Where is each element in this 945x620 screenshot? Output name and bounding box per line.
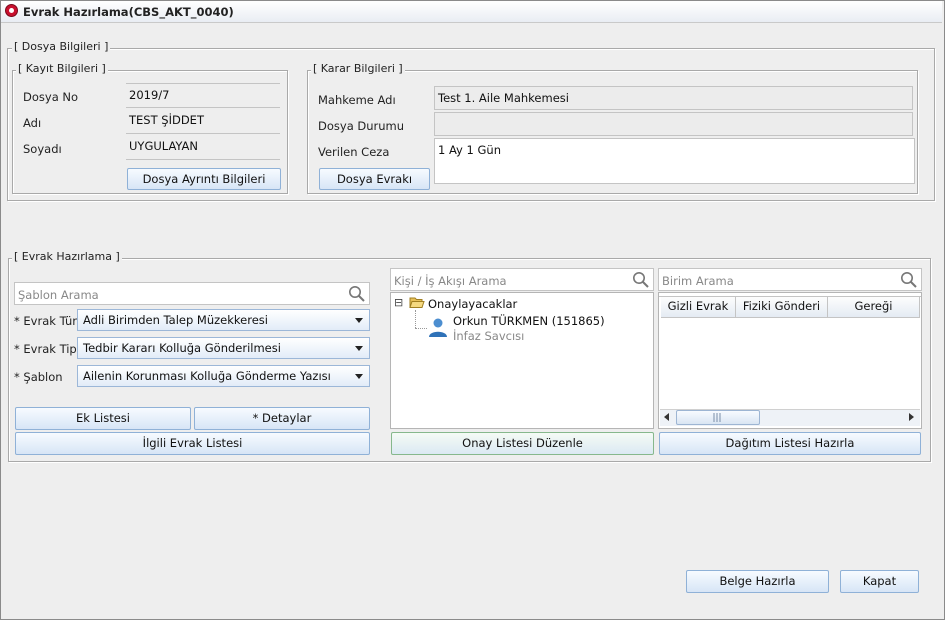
chevron-down-icon xyxy=(355,318,363,323)
kapat-button[interactable]: Kapat xyxy=(840,570,919,593)
verilen-ceza-field: 1 Ay 1 Gün xyxy=(434,138,915,184)
scroll-right-icon[interactable] xyxy=(906,412,916,422)
evrak-turu-label: * Evrak Türü xyxy=(14,314,85,328)
column-header-geregi[interactable]: Gereği xyxy=(828,297,920,318)
search-icon[interactable] xyxy=(348,285,366,303)
scroll-left-icon[interactable] xyxy=(662,412,672,422)
tree-person-role: İnfaz Savcısı xyxy=(453,329,525,343)
kisi-search-input[interactable]: Kişi / İş Akışı Arama xyxy=(390,268,654,291)
grip-icon xyxy=(713,413,721,422)
adi-value: TEST ŞİDDET xyxy=(126,109,280,134)
verilen-ceza-label: Verilen Ceza xyxy=(318,145,390,159)
dosya-bilgileri-legend: [ Dosya Bilgileri ] xyxy=(12,40,111,53)
app-logo-icon xyxy=(5,4,18,17)
dosya-no-label: Dosya No xyxy=(23,90,79,104)
mahkeme-adi-field: Test 1. Aile Mahkemesi xyxy=(434,86,913,110)
ek-listesi-button-label: Ek Listesi xyxy=(76,411,130,425)
ilgili-evrak-listesi-button[interactable]: İlgili Evrak Listesi xyxy=(15,432,370,455)
kisi-search-placeholder: Kişi / İş Akışı Arama xyxy=(394,274,507,288)
sablon-value: Ailenin Korunması Kolluğa Gönderme Yazıs… xyxy=(83,369,331,383)
dosya-no-value: 2019/7 xyxy=(126,83,280,108)
sablon-label: * Şablon xyxy=(14,370,63,384)
search-icon[interactable] xyxy=(632,271,650,289)
tree-root-label[interactable]: Onaylayacaklar xyxy=(428,297,517,311)
dosya-ayrinti-button-label: Dosya Ayrıntı Bilgileri xyxy=(142,172,266,186)
dosya-durumu-label: Dosya Durumu xyxy=(318,119,405,133)
dagitim-listesi-hazirla-button[interactable]: Dağıtım Listesi Hazırla xyxy=(659,432,921,455)
evrak-tipi-select[interactable]: Tedbir Kararı Kolluğa Gönderilmesi xyxy=(77,337,370,359)
chevron-down-icon xyxy=(355,374,363,379)
tree-connector xyxy=(415,310,416,328)
chevron-down-icon xyxy=(355,346,363,351)
birim-search-placeholder: Birim Arama xyxy=(662,274,734,288)
kapat-button-label: Kapat xyxy=(862,574,897,588)
belge-hazirla-button[interactable]: Belge Hazırla xyxy=(686,570,829,593)
tree-collapse-toggle[interactable]: ⊟ xyxy=(394,296,403,309)
evrak-turu-select[interactable]: Adli Birimden Talep Müzekkeresi xyxy=(77,309,370,331)
evrak-tipi-value: Tedbir Kararı Kolluğa Gönderilmesi xyxy=(83,341,281,355)
evrak-turu-value: Adli Birimden Talep Müzekkeresi xyxy=(83,313,268,327)
dosya-evraki-button[interactable]: Dosya Evrakı xyxy=(319,168,430,190)
column-header-gizli-evrak[interactable]: Gizli Evrak xyxy=(661,297,736,318)
dagitim-listesi-hazirla-button-label: Dağıtım Listesi Hazırla xyxy=(725,436,855,450)
window-title: Evrak Hazırlama(CBS_AKT_0040) xyxy=(23,5,234,19)
onay-tree-panel xyxy=(390,292,654,429)
mahkeme-adi-label: Mahkeme Adı xyxy=(318,93,396,107)
soyadi-value: UYGULAYAN xyxy=(126,135,280,160)
dosya-evraki-button-label: Dosya Evrakı xyxy=(336,172,413,186)
dosya-durumu-field xyxy=(434,112,913,136)
detaylar-button[interactable]: * Detaylar xyxy=(194,407,370,430)
belge-hazirla-button-label: Belge Hazırla xyxy=(719,574,796,588)
tree-person-name[interactable]: Orkun TÜRKMEN (151865) xyxy=(453,314,605,328)
onay-listesi-duzenle-button[interactable]: Onay Listesi Düzenle xyxy=(391,432,654,455)
adi-label: Adı xyxy=(23,116,42,130)
ilgili-evrak-listesi-button-label: İlgili Evrak Listesi xyxy=(142,436,243,450)
kayit-bilgileri-legend: [ Kayıt Bilgileri ] xyxy=(16,62,108,75)
birim-search-input[interactable]: Birim Arama xyxy=(658,268,922,291)
column-header-fiziki-gonderi[interactable]: Fiziki Gönderi xyxy=(736,297,828,318)
detaylar-button-label: * Detaylar xyxy=(252,411,312,425)
soyadi-label: Soyadı xyxy=(23,142,62,156)
user-icon xyxy=(429,318,447,337)
karar-bilgileri-legend: [ Karar Bilgileri ] xyxy=(311,62,405,75)
onay-listesi-duzenle-button-label: Onay Listesi Düzenle xyxy=(462,436,583,450)
evrak-hazirlama-legend: [ Evrak Hazırlama ] xyxy=(12,250,122,263)
folder-open-icon xyxy=(409,297,425,308)
sablon-search-input[interactable]: Şablon Arama xyxy=(14,282,370,305)
dosya-ayrinti-button[interactable]: Dosya Ayrıntı Bilgileri xyxy=(127,168,281,190)
evrak-tipi-label: * Evrak Tipi xyxy=(14,342,80,356)
sablon-search-placeholder: Şablon Arama xyxy=(18,288,99,302)
tree-connector xyxy=(415,328,427,329)
sablon-select[interactable]: Ailenin Korunması Kolluğa Gönderme Yazıs… xyxy=(77,365,370,387)
ek-listesi-button[interactable]: Ek Listesi xyxy=(15,407,191,430)
search-icon[interactable] xyxy=(900,271,918,289)
